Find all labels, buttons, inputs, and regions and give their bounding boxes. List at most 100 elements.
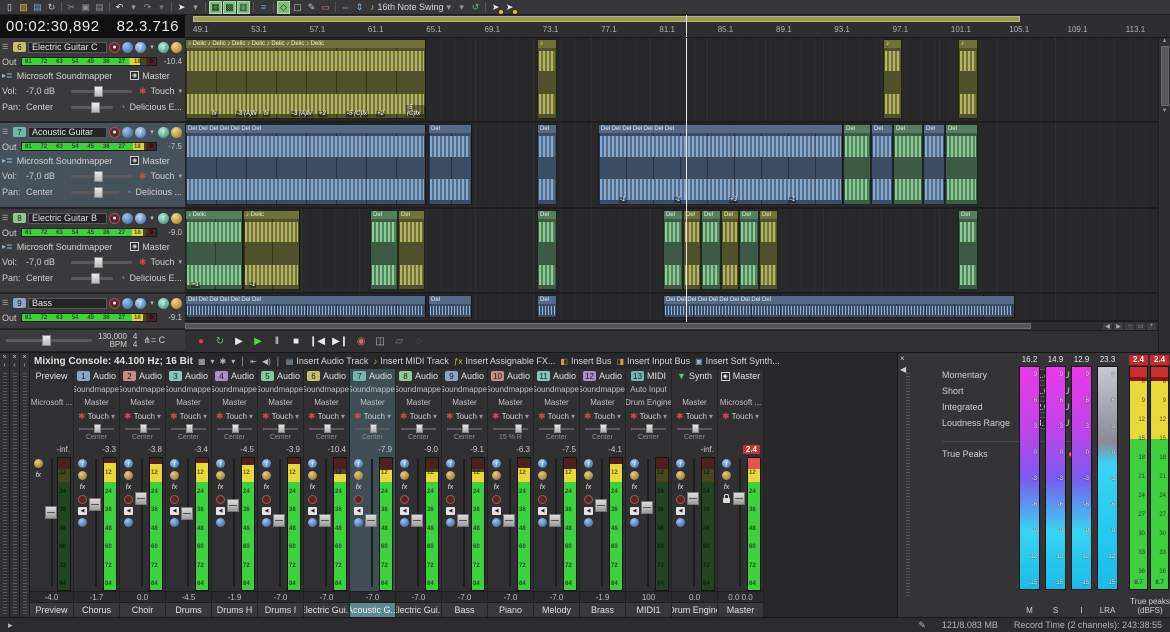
audio-clip[interactable]: ♪ Delic -1: [243, 210, 300, 290]
channel-fader[interactable]: [595, 499, 607, 512]
fx-chain-icon[interactable]: ƒ: [216, 459, 225, 468]
insert-button-5[interactable]: ▣Insert Soft Synth...: [695, 356, 780, 366]
audio-clip[interactable]: Del: [537, 124, 557, 205]
hscroll-thumb[interactable]: [185, 323, 1031, 329]
pan-value[interactable]: Center: [26, 187, 64, 197]
pause-button[interactable]: ‖: [271, 336, 283, 347]
automation-settings-button[interactable]: ƒ: [135, 127, 146, 138]
volume-slider[interactable]: [71, 175, 132, 178]
strip-bus[interactable]: Master: [534, 396, 579, 409]
track-lane-2[interactable]: ♪ Delic +1♪ Delic -1Del Del Del Del Del …: [185, 209, 1158, 294]
channel-fader[interactable]: [411, 514, 423, 527]
device-name[interactable]: Microsoft Soundmapper: [17, 242, 113, 252]
volume-slider[interactable]: [71, 90, 132, 93]
mute-icon[interactable]: ◀: [492, 507, 501, 515]
hscroll-control-3[interactable]: ▭: [1136, 323, 1145, 330]
gain-icon[interactable]: [124, 471, 133, 480]
record-arm-icon[interactable]: [262, 495, 271, 504]
track-resize-handle[interactable]: ☰: [2, 214, 11, 222]
record-arm-icon[interactable]: [630, 495, 639, 504]
channel-fader[interactable]: [45, 506, 57, 519]
draw-tool-icon[interactable]: ◇: [277, 1, 290, 14]
mouse-tool-left-icon[interactable]: ➤: [489, 1, 502, 14]
strip-name[interactable]: Electric Gui...: [304, 602, 349, 617]
mixer-strip-piano[interactable]: 10AudioSoundmapperMaster✱Touch▾15 % R-6.…: [488, 369, 534, 617]
strip-name[interactable]: Drums H: [212, 602, 257, 617]
assignable-fx-icon[interactable]: fx: [676, 483, 685, 492]
lock-icon[interactable]: [723, 498, 730, 503]
mixer-strip-midi1[interactable]: 13MIDIAuto InputDrum Engine✱Touch▾Center…: [626, 369, 672, 617]
track-resize-handle[interactable]: ☰: [2, 43, 11, 51]
undo-icon[interactable]: ↶: [113, 1, 126, 14]
status-expand-icon[interactable]: ▸: [8, 620, 13, 631]
solo-icon[interactable]: [446, 518, 455, 527]
mixer-strip-electric-gui-[interactable]: 6AudioSoundmapperMaster✱Touch▾Center-10.…: [304, 369, 350, 617]
vscroll-thumb[interactable]: [1161, 46, 1169, 106]
collapsed-pane-0[interactable]: ×‹: [0, 353, 10, 617]
strip-bus[interactable]: Master: [396, 396, 441, 409]
audio-clip[interactable]: Del: [428, 124, 472, 205]
audio-clip[interactable]: Del: [871, 124, 893, 205]
gain-icon[interactable]: [216, 471, 225, 480]
automation-gear-icon[interactable]: ✱: [139, 86, 147, 97]
swing-preset-dropdown[interactable]: ♪16th Note Swing▾: [367, 1, 454, 14]
hscroll-control-2[interactable]: −: [1125, 323, 1134, 330]
gain-icon[interactable]: [722, 471, 731, 480]
strip-automation[interactable]: ✱Touch▾: [534, 409, 579, 423]
solo-icon[interactable]: [584, 518, 593, 527]
mouse-tool-right-icon[interactable]: ➤: [503, 1, 516, 14]
bus-button[interactable]: ◉Master: [130, 156, 170, 166]
record-arm-icon[interactable]: [400, 495, 409, 504]
record-remote-button[interactable]: ◉: [355, 336, 367, 347]
automation-gear-icon[interactable]: ✱: [139, 171, 147, 182]
pointer-chevron-icon[interactable]: ▾: [189, 1, 202, 14]
strip-bus[interactable]: Master: [672, 396, 717, 409]
swing-chevron-icon[interactable]: ▾: [455, 1, 468, 14]
audio-clip[interactable]: Del: [843, 124, 871, 205]
insert-button-0[interactable]: ▤Insert Audio Track: [286, 356, 369, 366]
assignable-fx-icon[interactable]: fx: [262, 483, 271, 492]
pane-expand-icon[interactable]: ‹: [3, 362, 5, 369]
device-name[interactable]: Microsoft Soundmapper: [17, 71, 113, 81]
strip-input[interactable]: [30, 383, 73, 396]
mute-icon[interactable]: ◀: [400, 507, 409, 515]
fx-chain-icon[interactable]: ƒ: [584, 459, 593, 468]
fx-chain-icon[interactable]: ƒ: [262, 459, 271, 468]
strip-name[interactable]: Choir: [120, 602, 165, 617]
channel-fader[interactable]: [365, 514, 377, 527]
assignable-fx-icon[interactable]: fx: [34, 471, 43, 480]
ruler-playhead[interactable]: [686, 15, 687, 37]
assignable-fx-icon[interactable]: fx: [400, 483, 409, 492]
loop-region-toggle-button[interactable]: ◌: [412, 336, 424, 347]
solo-icon[interactable]: [538, 518, 547, 527]
mixer-strip-bass[interactable]: 9AudioSoundmapperMaster✱Touch▾Center-9.1…: [442, 369, 488, 617]
insert-button-1[interactable]: ♪Insert MIDI Track: [373, 356, 449, 366]
record-arm-icon[interactable]: [354, 495, 363, 504]
fx-chain-icon[interactable]: ƒ: [676, 459, 685, 468]
strip-automation[interactable]: [30, 409, 73, 423]
mute-icon[interactable]: ◀: [124, 507, 133, 515]
audio-clip[interactable]: Del: [428, 295, 472, 318]
track-name-input[interactable]: Electric Guitar C: [28, 42, 107, 53]
strip-automation[interactable]: ✱Touch▾: [396, 409, 441, 423]
hscroll-control-4[interactable]: +: [1147, 323, 1156, 330]
assignable-fx-icon[interactable]: fx: [492, 483, 501, 492]
channel-fader[interactable]: [549, 514, 561, 527]
groove-erase-icon[interactable]: ↺: [469, 1, 482, 14]
fx-chain-icon[interactable]: ƒ: [630, 459, 639, 468]
redo-chevron-icon[interactable]: ▾: [155, 1, 168, 14]
mute-icon[interactable]: ◀: [216, 507, 225, 515]
audio-clip[interactable]: ♪ Delic +1: [185, 210, 243, 290]
automation-gear-icon[interactable]: ✱: [139, 257, 147, 268]
mixer-toolbar-icon-0[interactable]: ▦: [198, 357, 206, 366]
assignable-fx-icon[interactable]: fx: [354, 483, 363, 492]
strip-bus[interactable]: Master: [304, 396, 349, 409]
record-arm-icon[interactable]: [584, 495, 593, 504]
volume-slider[interactable]: [71, 261, 132, 264]
strip-pan-slider[interactable]: [488, 423, 533, 434]
automation-chevron[interactable]: ▾: [148, 42, 156, 53]
strip-automation[interactable]: ✱Touch▾: [74, 409, 119, 423]
strip-pan-slider[interactable]: [304, 423, 349, 434]
automation-mode[interactable]: Touch: [150, 86, 174, 96]
new-file-icon[interactable]: ▯: [3, 1, 16, 14]
